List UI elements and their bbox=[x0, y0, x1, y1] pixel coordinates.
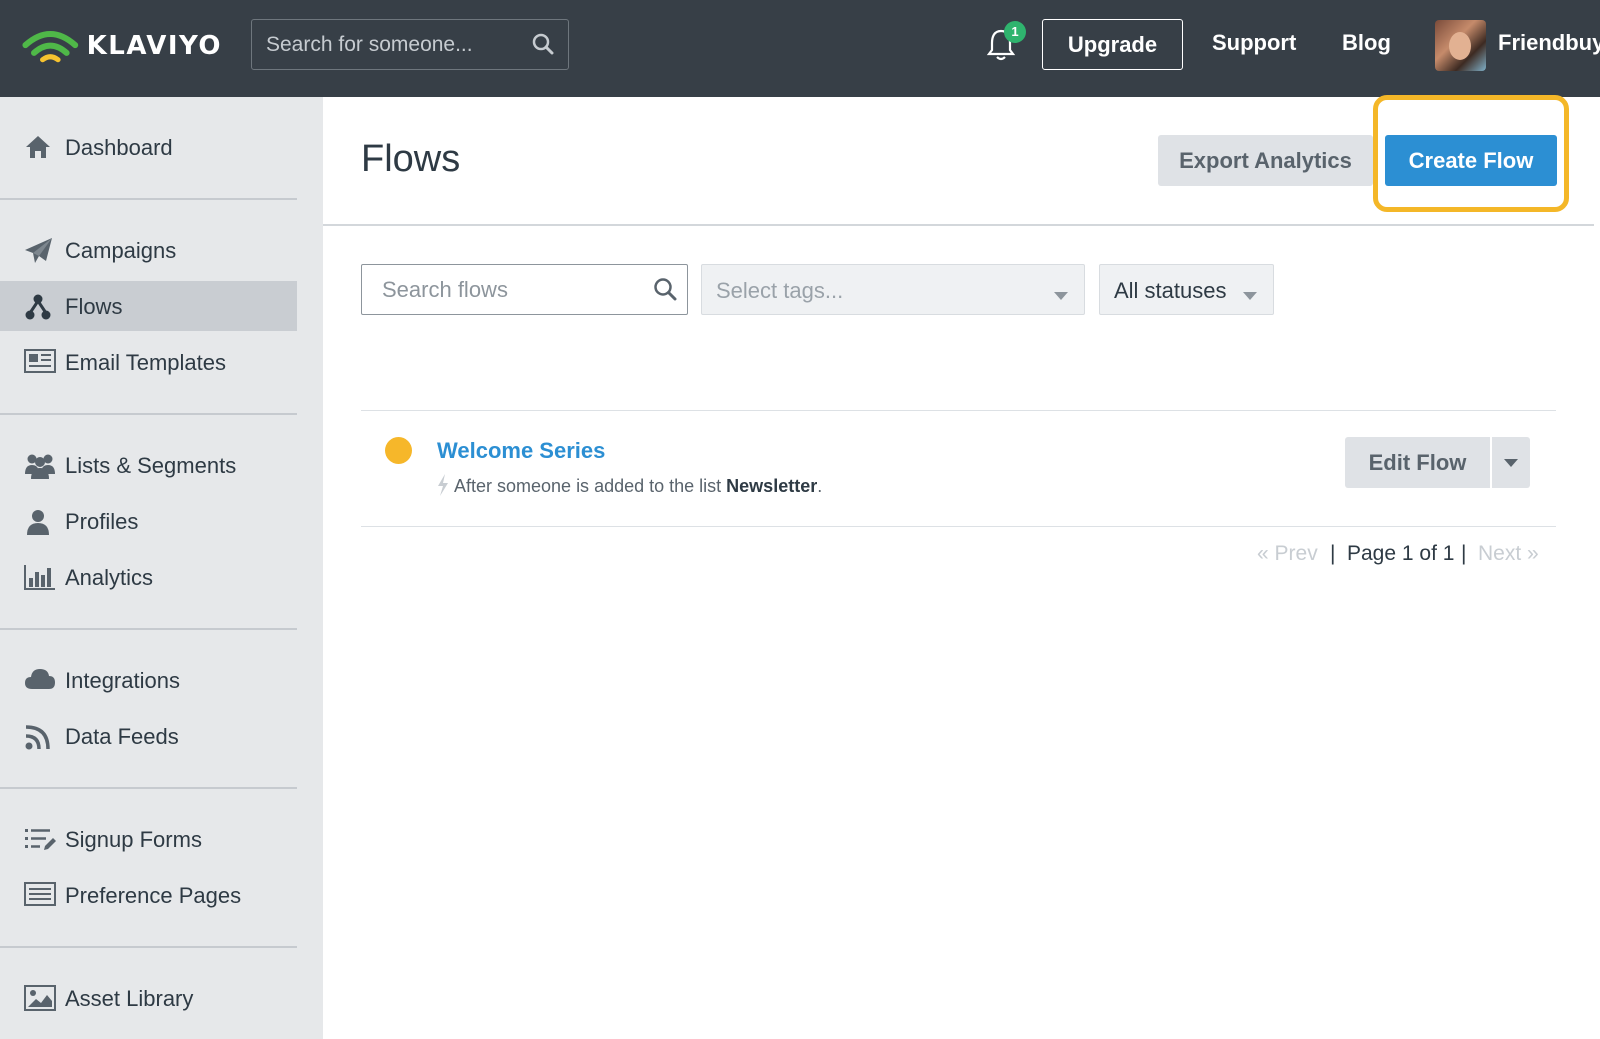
table-row-divider bbox=[361, 526, 1556, 527]
flow-status-indicator bbox=[385, 437, 412, 464]
sidebar-item-label: Data Feeds bbox=[65, 724, 179, 749]
sidebar-item-data-feeds[interactable]: Data Feeds bbox=[0, 711, 297, 761]
user-icon bbox=[24, 508, 56, 535]
sidebar-item-asset-library[interactable]: Asset Library bbox=[0, 973, 297, 1023]
sidebar-item-preference-pages[interactable]: Preference Pages bbox=[0, 870, 297, 920]
klaviyo-logo[interactable]: KLAVIYO bbox=[22, 22, 222, 70]
sidebar-item-label: Email Templates bbox=[65, 350, 226, 375]
sidebar-item-dashboard[interactable]: Dashboard bbox=[0, 122, 297, 172]
sidebar-item-signup-forms[interactable]: Signup Forms bbox=[0, 814, 297, 864]
avatar[interactable] bbox=[1435, 20, 1486, 71]
brand-name: KLAVIYO bbox=[86, 31, 222, 61]
sidebar-item-flows[interactable]: Flows bbox=[0, 281, 297, 331]
flow-trigger-description: After someone is added to the list Newsl… bbox=[454, 476, 822, 497]
table-row-divider bbox=[361, 410, 1556, 411]
sidebar-item-campaigns[interactable]: Campaigns bbox=[0, 225, 297, 275]
search-icon[interactable] bbox=[653, 277, 677, 306]
sidebar-item-label: Preference Pages bbox=[65, 883, 242, 908]
sidebar-item-label: Campaigns bbox=[65, 238, 177, 263]
person-search-input[interactable] bbox=[266, 20, 526, 69]
pagination-next[interactable]: Next » bbox=[1478, 542, 1539, 566]
blog-link[interactable]: Blog bbox=[1342, 30, 1391, 56]
flow-search-box bbox=[361, 264, 688, 315]
export-analytics-button[interactable]: Export Analytics bbox=[1158, 135, 1373, 186]
flow-name-link[interactable]: Welcome Series bbox=[437, 438, 605, 464]
top-navigation-bar: KLAVIYO 1 Upgrade Support Blog Friendbuy bbox=[0, 0, 1600, 97]
home-icon bbox=[24, 134, 56, 160]
chevron-down-icon bbox=[1504, 459, 1518, 467]
sidebar-item-label: Flows bbox=[65, 294, 123, 319]
sidebar-item-lists-segments[interactable]: Lists & Segments bbox=[0, 440, 297, 490]
cloud-icon bbox=[24, 667, 56, 693]
chevron-down-icon bbox=[1054, 287, 1068, 305]
sidebar-item-profiles[interactable]: Profiles bbox=[0, 496, 297, 546]
pagination-separator: | bbox=[1461, 542, 1467, 565]
sidebar-item-label: Asset Library bbox=[65, 986, 194, 1011]
header-divider bbox=[323, 224, 1594, 226]
sidebar-item-label: Profiles bbox=[65, 509, 139, 534]
sidebar-divider bbox=[0, 946, 297, 948]
support-link[interactable]: Support bbox=[1212, 30, 1296, 56]
search-icon[interactable] bbox=[532, 33, 554, 60]
list-box-icon bbox=[24, 882, 56, 908]
flow-search-input[interactable] bbox=[382, 265, 652, 314]
tags-select-placeholder: Select tags... bbox=[716, 278, 844, 303]
avatar-face bbox=[1449, 32, 1471, 60]
sidebar-item-label: Signup Forms bbox=[65, 827, 202, 852]
person-search-box bbox=[251, 19, 569, 70]
sidebar-item-label: Analytics bbox=[65, 565, 154, 590]
pagination-info: Page 1 of 1 bbox=[1347, 542, 1455, 565]
list-edit-icon bbox=[24, 826, 56, 852]
edit-flow-options-button[interactable] bbox=[1492, 437, 1530, 488]
page-title: Flows bbox=[361, 138, 461, 180]
upgrade-button[interactable]: Upgrade bbox=[1042, 19, 1183, 70]
image-icon bbox=[24, 985, 56, 1011]
sidebar-item-label: Dashboard bbox=[65, 135, 173, 160]
sidebar-item-email-templates[interactable]: Email Templates bbox=[0, 337, 297, 387]
pagination-prev[interactable]: « Prev bbox=[1257, 542, 1318, 566]
sidebar-item-label: Integrations bbox=[65, 668, 180, 693]
sidebar-item-label: Lists & Segments bbox=[65, 453, 237, 478]
flows-icon bbox=[24, 293, 56, 320]
chevron-down-icon bbox=[1243, 287, 1257, 305]
rss-icon bbox=[24, 723, 56, 750]
lightning-bolt-icon bbox=[437, 474, 449, 501]
sidebar: Dashboard Campaigns Flows Email Template… bbox=[0, 97, 323, 1039]
pagination-separator: | bbox=[1330, 542, 1336, 565]
sidebar-divider bbox=[0, 198, 297, 200]
trigger-prefix: After someone is added to the list bbox=[454, 476, 722, 496]
notification-badge[interactable]: 1 bbox=[1004, 21, 1026, 43]
trigger-list-name: Newsletter bbox=[726, 476, 818, 496]
newspaper-icon bbox=[24, 349, 56, 375]
sidebar-divider bbox=[0, 413, 297, 415]
status-select[interactable]: All statuses bbox=[1099, 264, 1274, 315]
create-flow-highlight bbox=[1373, 95, 1569, 212]
users-icon bbox=[24, 452, 56, 479]
status-select-value: All statuses bbox=[1114, 278, 1227, 303]
trigger-suffix: . bbox=[817, 476, 823, 496]
paper-plane-icon bbox=[24, 237, 56, 263]
tags-select[interactable]: Select tags... bbox=[701, 264, 1085, 315]
sidebar-item-integrations[interactable]: Integrations bbox=[0, 655, 297, 705]
account-name[interactable]: Friendbuy bbox=[1498, 30, 1600, 56]
sidebar-divider bbox=[0, 787, 297, 789]
sidebar-divider bbox=[0, 628, 297, 630]
edit-flow-button[interactable]: Edit Flow bbox=[1345, 437, 1490, 488]
wifi-logo-icon bbox=[22, 31, 79, 63]
sidebar-item-analytics[interactable]: Analytics bbox=[0, 552, 297, 602]
bar-chart-icon bbox=[24, 564, 56, 590]
